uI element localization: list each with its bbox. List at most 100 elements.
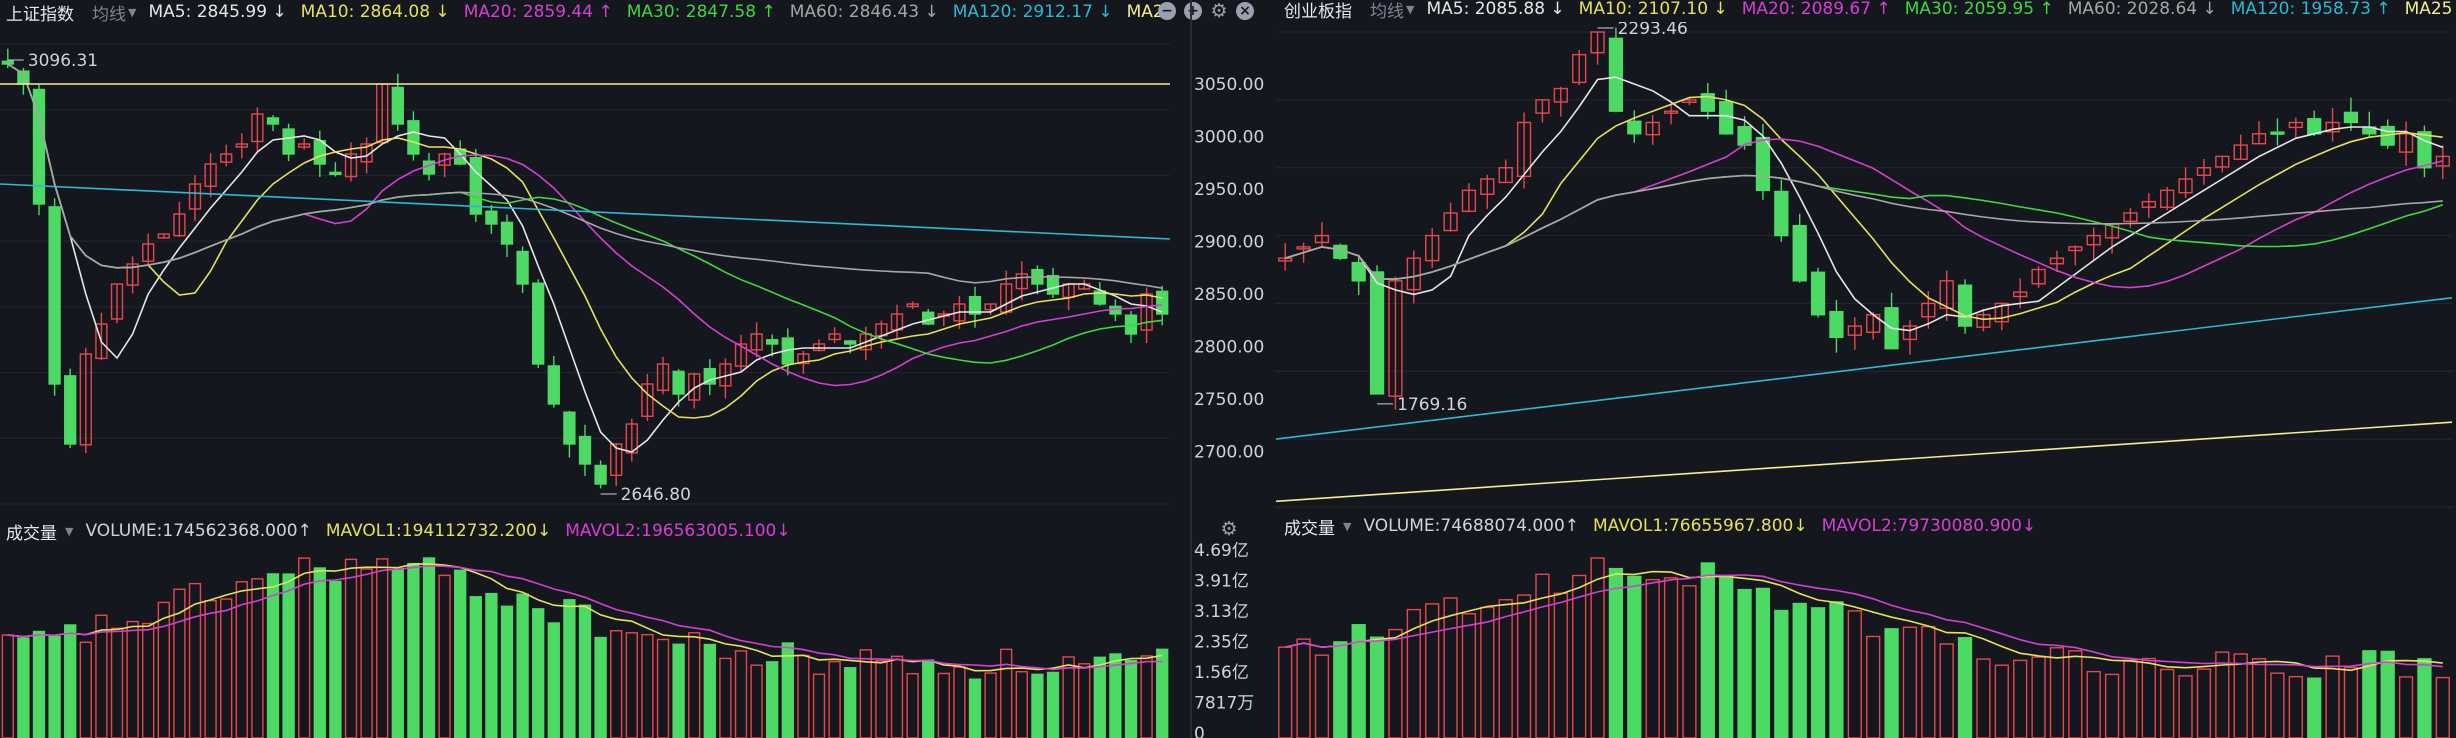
minus-icon[interactable]: − — [1158, 2, 1176, 20]
volume-bar — [1939, 643, 1954, 738]
volume-bar — [1645, 578, 1660, 738]
volume-bar — [1388, 628, 1403, 738]
volume-bar — [48, 635, 61, 738]
volume-bar — [407, 562, 420, 738]
volume-name[interactable]: 成交量 — [1284, 514, 1335, 539]
index-name[interactable]: 创业板指 — [1284, 0, 1352, 22]
volume-bar — [594, 636, 607, 738]
right-ma-legend: 创业板指 均线 ▼ MA5: 2085.88 ↓ MA10: 2107.10 ↓… — [1278, 0, 2456, 22]
volume-bar — [532, 608, 545, 738]
left-panel: 上证指数 均线 ▼ MA5: 2845.99 ↓ MA10: 2864.08 ↓… — [0, 0, 1254, 738]
volume-bar — [1425, 603, 1440, 738]
volume-name[interactable]: 成交量 — [6, 519, 57, 544]
volume-bar — [828, 660, 841, 738]
chevron-down-icon[interactable]: ▼ — [1406, 3, 1414, 16]
volume-bar — [2160, 668, 2175, 738]
mavol2-value: MAVOL2:196563005.100↓ — [565, 521, 791, 541]
volume-bar — [1109, 653, 1122, 738]
volume-bar — [2417, 658, 2432, 738]
volume-bar — [1314, 654, 1330, 738]
volume-bar — [906, 672, 919, 738]
volume-bar — [220, 598, 233, 738]
volume-bar — [360, 568, 373, 738]
volume-bar — [672, 643, 685, 738]
volume-tick-label: 3.13亿 — [1194, 602, 1249, 622]
volume-bar — [844, 667, 857, 738]
left-volume-chart[interactable] — [0, 542, 1180, 738]
ma60-label: MA60: 2846.43 ↓ — [789, 2, 939, 22]
y-tick-label: 2800.00 — [1194, 338, 1264, 358]
volume-bar — [2307, 677, 2322, 738]
volume-bar — [734, 650, 748, 738]
candle — [594, 464, 607, 485]
volume-bar — [2123, 659, 2138, 738]
volume-bar — [485, 592, 498, 738]
low-annotation: 2646.80 — [621, 485, 691, 505]
volume-bar — [2343, 666, 2359, 738]
candle — [1351, 261, 1366, 282]
volume-bar — [95, 614, 108, 738]
ma20-label: MA20: 2859.44 ↑ — [463, 2, 613, 22]
candle — [578, 435, 592, 465]
volume-bar — [890, 655, 904, 738]
volume-bar — [438, 574, 451, 738]
ma250-line — [1275, 421, 2453, 503]
volume-bar — [1719, 575, 1734, 738]
volume-bar — [1829, 601, 1844, 738]
ma20-label: MA20: 2089.67 ↑ — [1741, 0, 1891, 19]
volume-bar — [313, 567, 326, 738]
volume-bar — [937, 672, 950, 738]
volume-bar — [1700, 562, 1715, 738]
ma5-label: MA5: 2085.88 ↓ — [1426, 0, 1565, 19]
volume-bar — [953, 666, 966, 738]
volume-bar — [469, 596, 482, 738]
candle — [48, 206, 61, 385]
indicator-mode[interactable]: 均线 — [92, 0, 126, 25]
right-price-chart[interactable]: 2293.46 1769.16 3050.00 3000.00 2950.00 2900.… — [1190, 22, 2456, 522]
volume-bar — [1994, 664, 2009, 738]
volume-bar — [2270, 672, 2285, 738]
dual-index-chart-window: 上证指数 均线 ▼ MA5: 2845.99 ↓ MA10: 2864.08 ↓… — [0, 0, 2456, 738]
candle — [1608, 37, 1624, 112]
volume-bar — [2068, 650, 2083, 738]
left-price-chart[interactable]: 3096.31 2646.80 — [0, 24, 1180, 524]
volume-bar — [1847, 610, 1862, 738]
volume-bar — [2251, 658, 2267, 738]
volume-bar — [157, 601, 170, 738]
candle — [485, 210, 498, 225]
volume-bar — [2435, 676, 2450, 738]
volume-bar — [875, 660, 888, 738]
right-volume-chart[interactable]: 4.69亿 3.91亿 3.13亿 2.35亿 1.56亿 7817万 0 — [1190, 542, 2456, 738]
volume-bar — [251, 578, 264, 738]
candle — [313, 140, 326, 165]
volume-bar — [1156, 648, 1169, 738]
volume-bar — [1902, 626, 1918, 738]
chevron-down-icon[interactable]: ▼ — [128, 6, 136, 19]
volume-bar — [32, 630, 46, 738]
candle — [532, 282, 545, 365]
ma30-label: MA30: 2059.95 ↑ — [1904, 0, 2054, 19]
ma5-label: MA5: 2845.99 ↓ — [148, 2, 287, 22]
high-annotation: 3096.31 — [28, 51, 98, 71]
chevron-down-icon[interactable]: ▼ — [1343, 520, 1351, 533]
volume-bar — [2086, 670, 2101, 738]
candle — [1737, 126, 1752, 146]
volume-bar — [625, 632, 638, 738]
volume-bar — [1572, 574, 1587, 738]
candle — [2307, 118, 2322, 135]
volume-bar — [454, 569, 467, 738]
mavol1-value: MAVOL1:194112732.200↓ — [325, 521, 552, 541]
right-volume-legend: 成交量 ▼ VOLUME:74688074.000↑ MAVOL1:766559… — [1278, 514, 2456, 539]
ma250-label: MA25 — [2404, 0, 2453, 19]
indicator-mode[interactable]: 均线 — [1370, 0, 1404, 22]
candle — [64, 375, 77, 445]
chevron-down-icon[interactable]: ▼ — [65, 525, 73, 538]
ma120-label: MA120: 2912.17 ↓ — [952, 2, 1113, 22]
index-name[interactable]: 上证指数 — [6, 0, 74, 25]
volume-bar — [142, 622, 155, 738]
volume-tick-label: 4.69亿 — [1194, 542, 1249, 561]
volume-bar — [1296, 638, 1311, 738]
left-ma-legend: 上证指数 均线 ▼ MA5: 2845.99 ↓ MA10: 2864.08 ↓… — [0, 0, 1180, 25]
volume-bar — [2031, 656, 2046, 738]
volume-bar — [1046, 671, 1060, 738]
